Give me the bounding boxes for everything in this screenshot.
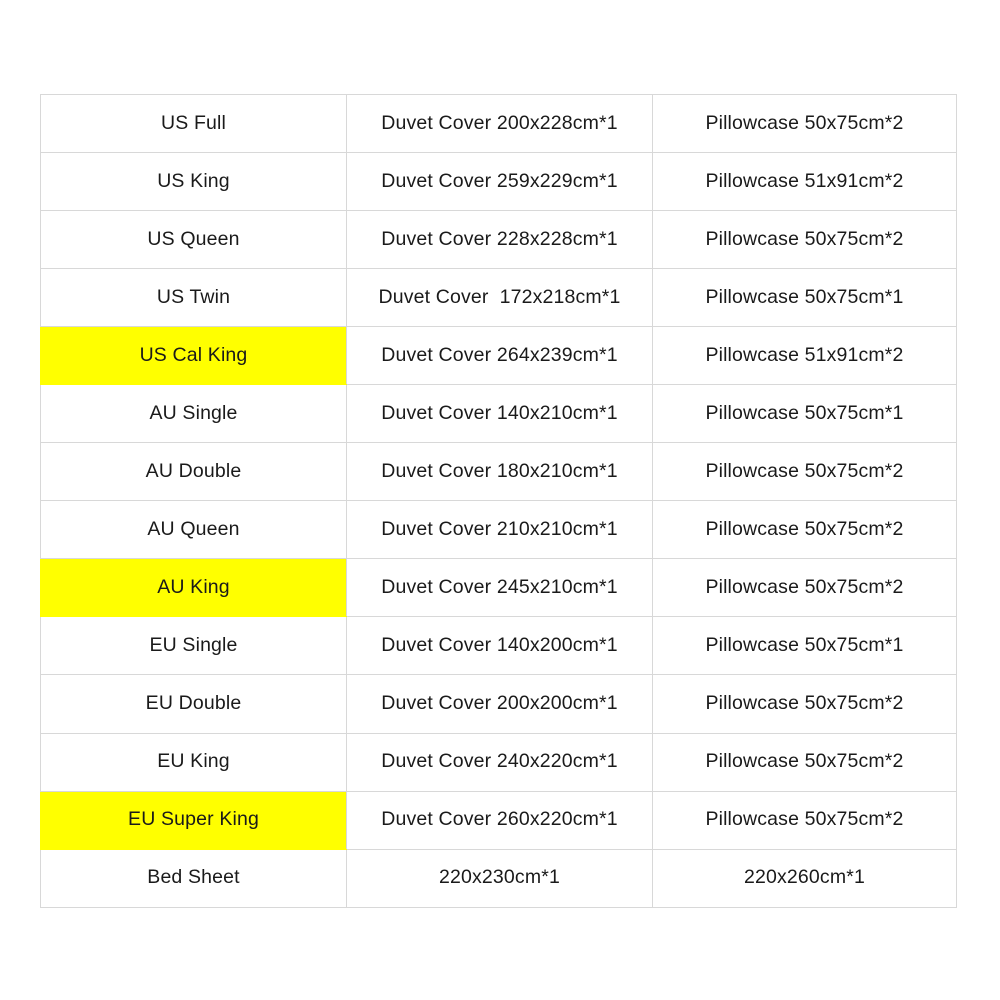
duvet-cover-cell: Duvet Cover 200x228cm*1 — [346, 93, 653, 154]
duvet-cover-cell: Duvet Cover 259x229cm*1 — [346, 152, 653, 212]
table-row: AU Single Duvet Cover 140x210cm*1 Pillowca… — [40, 384, 957, 444]
size-cell: AU Queen — [40, 500, 347, 560]
table-row: AU King Duvet Cover 245x210cm*1 Pillowcase… — [40, 558, 957, 618]
table-row: US King Duvet Cover 259x229cm*1 Pillowcase… — [40, 152, 957, 212]
table-row: AU Double Duvet Cover 180x210cm*1 Pillowca… — [40, 442, 957, 502]
duvet-cover-cell: Duvet Cover 172x218cm*1 — [346, 268, 653, 328]
duvet-cover-cell: Duvet Cover 200x200cm*1 — [346, 674, 653, 734]
pillowcase-cell: Pillowcase 51x91cm*2 — [652, 152, 957, 212]
duvet-cover-cell: Duvet Cover 260x220cm*1 — [346, 790, 653, 850]
pillowcase-cell: Pillowcase 50x75cm*1 — [652, 616, 957, 676]
table-row: EU Single Duvet Cover 140x200cm*1 Pillowca… — [40, 616, 957, 676]
pillowcase-cell: Pillowcase 50x75cm*2 — [652, 500, 957, 560]
pillowcase-cell: Pillowcase 50x75cm*2 — [652, 442, 957, 502]
duvet-cover-cell: Duvet Cover 140x210cm*1 — [346, 384, 653, 444]
size-cell: EU King — [40, 732, 347, 792]
duvet-cover-cell: 220x230cm*1 — [346, 848, 653, 908]
pillowcase-cell: Pillowcase 50x75cm*2 — [652, 93, 957, 154]
bedding-size-chart: US Full Duvet Cover 200x228cm*1 Pillowcase… — [40, 93, 957, 908]
pillowcase-cell: Pillowcase 51x91cm*2 — [652, 326, 957, 386]
duvet-cover-cell: Duvet Cover 245x210cm*1 — [346, 558, 653, 618]
size-chart-table: US Full Duvet Cover 200x228cm*1 Pillowcase… — [40, 93, 957, 908]
table-row: US Cal King Duvet Cover 264x239cm*1 Pillow… — [40, 326, 957, 386]
duvet-cover-cell: Duvet Cover 140x200cm*1 — [346, 616, 653, 676]
size-cell: AU King — [40, 558, 347, 618]
size-cell: EU Double — [40, 674, 347, 734]
size-cell: US Twin — [40, 268, 347, 328]
pillowcase-cell: Pillowcase 50x75cm*2 — [652, 558, 957, 618]
duvet-cover-cell: Duvet Cover 264x239cm*1 — [346, 326, 653, 386]
size-cell: AU Double — [40, 442, 347, 502]
pillowcase-cell: Pillowcase 50x75cm*2 — [652, 790, 957, 850]
pillowcase-cell: Pillowcase 50x75cm*2 — [652, 210, 957, 270]
table-row: US Full Duvet Cover 200x228cm*1 Pillowcase… — [40, 93, 957, 154]
table-row: Bed Sheet 220x230cm*1 220x260cm*1 — [40, 848, 957, 908]
size-chart-body: US Full Duvet Cover 200x228cm*1 Pillowcase… — [40, 93, 957, 908]
pillowcase-cell: Pillowcase 50x75cm*1 — [652, 384, 957, 444]
table-row: EU Super King Duvet Cover 260x220cm*1 Pill… — [40, 790, 957, 850]
pillowcase-cell: Pillowcase 50x75cm*2 — [652, 732, 957, 792]
size-cell: US Cal King — [40, 326, 347, 386]
table-row: AU Queen Duvet Cover 210x210cm*1 Pillowcas… — [40, 500, 957, 560]
duvet-cover-cell: Duvet Cover 240x220cm*1 — [346, 732, 653, 792]
duvet-cover-cell: Duvet Cover 180x210cm*1 — [346, 442, 653, 502]
pillowcase-cell: 220x260cm*1 — [652, 848, 957, 908]
size-cell: EU Super King — [40, 790, 347, 850]
size-cell: AU Single — [40, 384, 347, 444]
size-cell: EU Single — [40, 616, 347, 676]
pillowcase-cell: Pillowcase 50x75cm*2 — [652, 674, 957, 734]
table-row: EU Double Duvet Cover 200x200cm*1 Pillowca… — [40, 674, 957, 734]
table-row: EU King Duvet Cover 240x220cm*1 Pillowcase… — [40, 732, 957, 792]
size-cell: US Queen — [40, 210, 347, 270]
duvet-cover-cell: Duvet Cover 210x210cm*1 — [346, 500, 653, 560]
size-cell: Bed Sheet — [40, 848, 347, 908]
size-cell: US Full — [40, 93, 347, 154]
table-row: US Twin Duvet Cover 172x218cm*1 Pillowcase… — [40, 268, 957, 328]
size-cell: US King — [40, 152, 347, 212]
table-row: US Queen Duvet Cover 228x228cm*1 Pillowcas… — [40, 210, 957, 270]
duvet-cover-cell: Duvet Cover 228x228cm*1 — [346, 210, 653, 270]
pillowcase-cell: Pillowcase 50x75cm*1 — [652, 268, 957, 328]
